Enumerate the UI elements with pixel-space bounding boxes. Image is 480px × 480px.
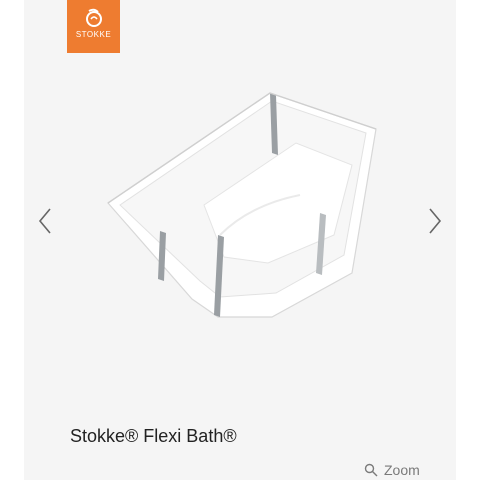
zoom-button[interactable]: Zoom — [364, 462, 420, 478]
zoom-label: Zoom — [384, 462, 420, 478]
brand-name: STOKKE — [75, 30, 112, 39]
brand-logo[interactable]: STOKKE — [67, 0, 120, 53]
carousel-prev-button[interactable] — [34, 205, 56, 237]
search-icon — [364, 463, 378, 477]
carousel-next-button[interactable] — [424, 205, 446, 237]
product-page: STOKKE Stokke® Flexi Bath® Zoom — [0, 0, 480, 480]
chevron-right-icon — [429, 208, 442, 234]
product-image[interactable] — [100, 85, 390, 325]
product-title: Stokke® Flexi Bath® — [70, 426, 237, 446]
chevron-left-icon — [38, 208, 51, 234]
stokke-logo-icon — [85, 8, 102, 27]
